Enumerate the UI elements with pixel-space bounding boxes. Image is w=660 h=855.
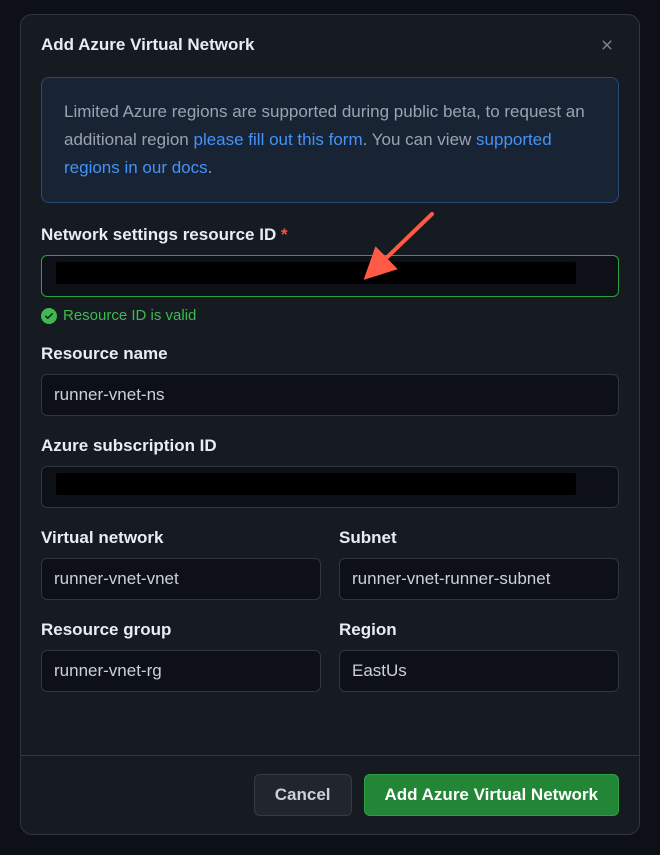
subscription-id-label: Azure subscription ID [41,436,619,456]
modal-footer: Cancel Add Azure Virtual Network [21,755,639,834]
cancel-button[interactable]: Cancel [254,774,352,816]
region-label: Region [339,620,619,640]
resource-id-label-text: Network settings resource ID [41,225,281,244]
close-icon [599,37,615,53]
field-resource-name: Resource name [41,344,619,416]
redacted-value [56,262,576,284]
add-azure-vnet-modal: Add Azure Virtual Network Limited Azure … [20,14,640,835]
resource-id-input[interactable] [41,255,619,297]
virtual-network-input[interactable] [41,558,321,600]
resource-name-label: Resource name [41,344,619,364]
validation-message: Resource ID is valid [41,307,619,324]
resource-group-input[interactable] [41,650,321,692]
subnet-label: Subnet [339,528,619,548]
subscription-id-input[interactable] [41,466,619,508]
field-subscription-id: Azure subscription ID [41,436,619,508]
row-rg-region: Resource group Region [41,620,619,712]
field-resource-group: Resource group [41,620,321,692]
field-region: Region [339,620,619,692]
field-resource-id: Network settings resource ID * Resource … [41,225,619,324]
virtual-network-label: Virtual network [41,528,321,548]
region-input[interactable] [339,650,619,692]
validation-text: Resource ID is valid [63,307,196,324]
banner-text-2: . You can view [363,130,476,149]
resource-id-label: Network settings resource ID * [41,225,619,245]
modal-title: Add Azure Virtual Network [41,35,254,55]
close-button[interactable] [595,33,619,57]
info-banner: Limited Azure regions are supported duri… [41,77,619,203]
modal-header: Add Azure Virtual Network [21,15,639,71]
modal-body: Limited Azure regions are supported duri… [21,71,639,755]
required-asterisk: * [281,225,288,244]
subnet-input[interactable] [339,558,619,600]
field-virtual-network: Virtual network [41,528,321,600]
banner-text-3: . [208,158,213,177]
resource-name-input[interactable] [41,374,619,416]
field-subnet: Subnet [339,528,619,600]
redacted-value [56,473,576,495]
banner-link-form[interactable]: please fill out this form [193,130,362,149]
check-circle-icon [41,308,57,324]
submit-button[interactable]: Add Azure Virtual Network [364,774,619,816]
row-vnet-subnet: Virtual network Subnet [41,528,619,620]
resource-group-label: Resource group [41,620,321,640]
